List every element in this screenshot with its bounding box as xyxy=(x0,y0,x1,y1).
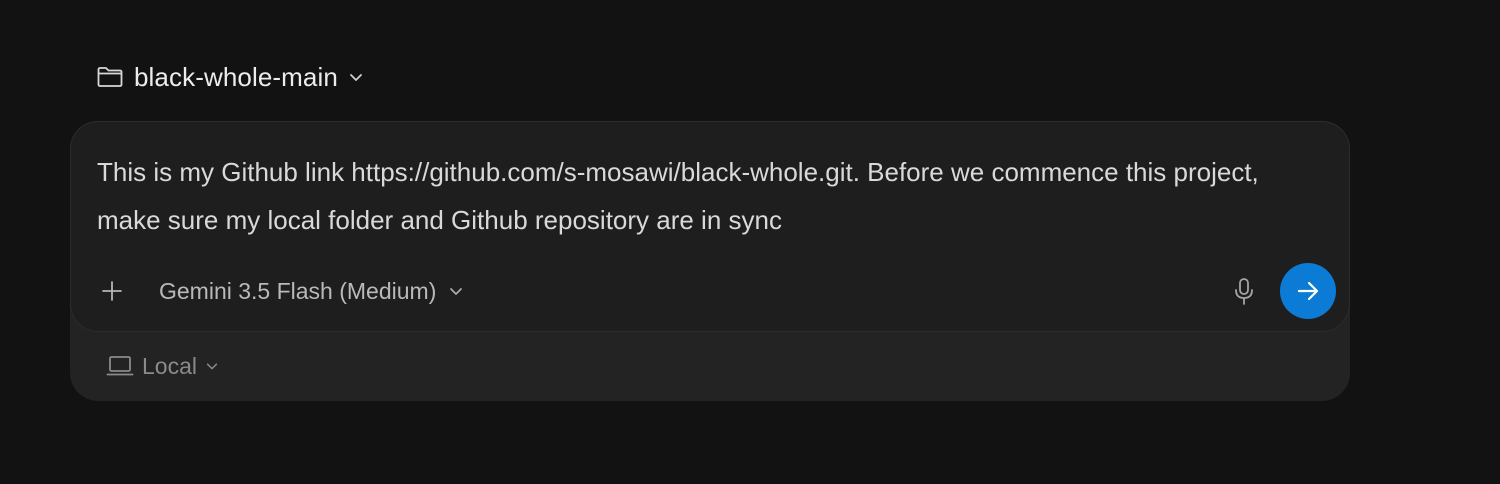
add-attachment-button[interactable] xyxy=(97,276,127,306)
environment-label: Local xyxy=(142,352,197,379)
folder-icon xyxy=(96,65,124,89)
chevron-down-icon xyxy=(448,283,464,299)
send-button[interactable] xyxy=(1280,263,1336,319)
laptop-icon xyxy=(106,354,134,378)
workspace-folder-name: black-whole-main xyxy=(134,61,338,92)
plus-icon xyxy=(102,281,122,301)
environment-selector[interactable]: Local xyxy=(106,350,219,382)
chevron-down-icon xyxy=(348,69,364,85)
model-label: Gemini 3.5 Flash (Medium) xyxy=(159,277,437,304)
microphone-icon xyxy=(1235,278,1253,305)
model-selector[interactable]: Gemini 3.5 Flash (Medium) xyxy=(159,274,464,308)
arrow-right-icon xyxy=(1297,281,1319,301)
voice-input-button[interactable] xyxy=(1231,277,1257,307)
chevron-down-icon xyxy=(205,359,219,373)
prompt-input[interactable]: This is my Github link https://github.co… xyxy=(97,148,1322,244)
workspace-folder-selector[interactable]: black-whole-main xyxy=(96,60,364,94)
chat-start-screen: black-whole-main This is my Github link … xyxy=(0,0,1500,484)
composer-toolbar: Gemini 3.5 Flash (Medium) xyxy=(71,262,1349,320)
prompt-composer: This is my Github link https://github.co… xyxy=(70,121,1350,332)
